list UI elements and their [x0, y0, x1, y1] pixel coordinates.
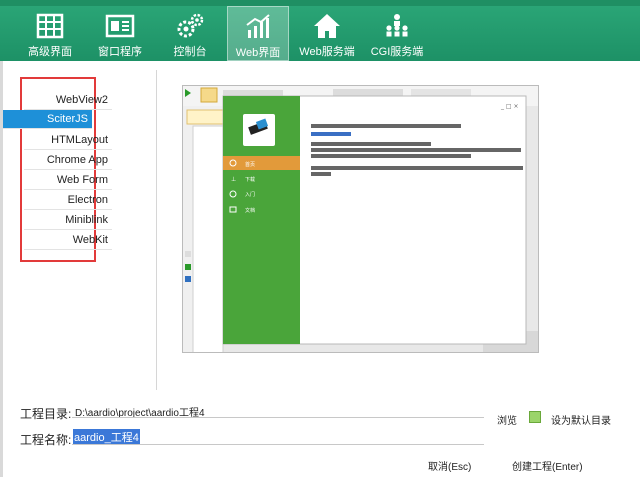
sidebar-item-label: SciterJS — [47, 113, 88, 125]
sidebar-item-label: HTMLayout — [51, 134, 108, 146]
toolbar-label: 高级界面 — [28, 46, 72, 58]
svg-text:下载: 下载 — [245, 176, 255, 183]
project-name-underline — [72, 444, 484, 445]
browse-button[interactable]: 浏览 — [497, 412, 517, 427]
svg-text:入门: 入门 — [245, 191, 255, 198]
house-icon — [314, 14, 340, 38]
sidebar-item-electron[interactable]: Electron — [24, 191, 112, 210]
project-dir-label: 工程目录: — [20, 407, 72, 421]
users-network-icon — [386, 14, 408, 37]
toolbar-label: Web界面 — [235, 47, 281, 59]
cancel-button[interactable]: 取消(Esc) — [428, 458, 471, 473]
sidebar-item-label: Chrome App — [46, 154, 108, 166]
toolbar-web-server[interactable]: Web服务端 — [295, 6, 359, 61]
sidebar-item-label: WebKit — [72, 234, 108, 246]
sidebar-item-label: Electron — [67, 194, 108, 206]
toolbar-web-ui[interactable]: Web界面 — [227, 6, 289, 61]
toolbar-window-app[interactable]: 窗口程序 — [88, 6, 152, 61]
sidebar-item-web-form[interactable]: Web Form — [24, 171, 112, 190]
gears-icon — [177, 13, 204, 38]
sidebar-item-webview2[interactable]: WebView2 — [24, 91, 112, 110]
project-dir-underline — [72, 417, 484, 418]
sidebar-item-label: Miniblink — [65, 214, 108, 226]
grid-table-icon — [36, 13, 64, 39]
sidebar-item-miniblink[interactable]: Miniblink — [24, 211, 112, 230]
sidebar-item-htmlayout[interactable]: HTMLayout — [24, 131, 112, 150]
svg-text:文档: 文档 — [245, 207, 255, 214]
toolbar-advanced-ui[interactable]: 高级界面 — [18, 6, 82, 61]
template-preview: 首页 ⊥ 下载 入门 文档 _ □ × — [182, 85, 539, 353]
toolbar-label: CGI服务端 — [370, 46, 424, 58]
default-dir-label: 设为默认目录 — [551, 416, 611, 427]
sidebar-item-sciterjs[interactable]: SciterJS — [3, 110, 92, 129]
sidebar-item-label: WebView2 — [55, 94, 108, 106]
svg-text:⊥: ⊥ — [231, 176, 236, 183]
preview-screenshot: 首页 ⊥ 下载 入门 文档 _ □ × — [183, 86, 538, 352]
sidebar-item-chrome-app[interactable]: Chrome App — [24, 151, 112, 170]
bar-chart-icon — [246, 14, 270, 38]
toolbar-label: Web服务端 — [299, 46, 355, 58]
svg-text:_ □ ×: _ □ × — [500, 103, 519, 110]
toolbar-label: 控制台 — [173, 46, 207, 58]
window-app-icon — [105, 14, 135, 38]
project-name-input[interactable]: aardio_工程4 — [73, 429, 140, 445]
create-project-button[interactable]: 创建工程(Enter) — [512, 458, 583, 473]
default-dir-checkbox[interactable] — [529, 411, 541, 423]
toolbar-cgi-server[interactable]: CGI服务端 — [364, 6, 430, 61]
main-toolbar: 高级界面 窗口程序 控制台 Web界面 Web服务端 CGI服务端 — [0, 6, 640, 61]
project-name-label: 工程名称: — [20, 433, 72, 447]
svg-text:首页: 首页 — [245, 161, 255, 168]
toolbar-label: 窗口程序 — [98, 46, 142, 58]
toolbar-console[interactable]: 控制台 — [158, 6, 222, 61]
sidebar-item-label: Web Form — [56, 174, 108, 186]
sidebar-item-webkit[interactable]: WebKit — [24, 231, 112, 250]
